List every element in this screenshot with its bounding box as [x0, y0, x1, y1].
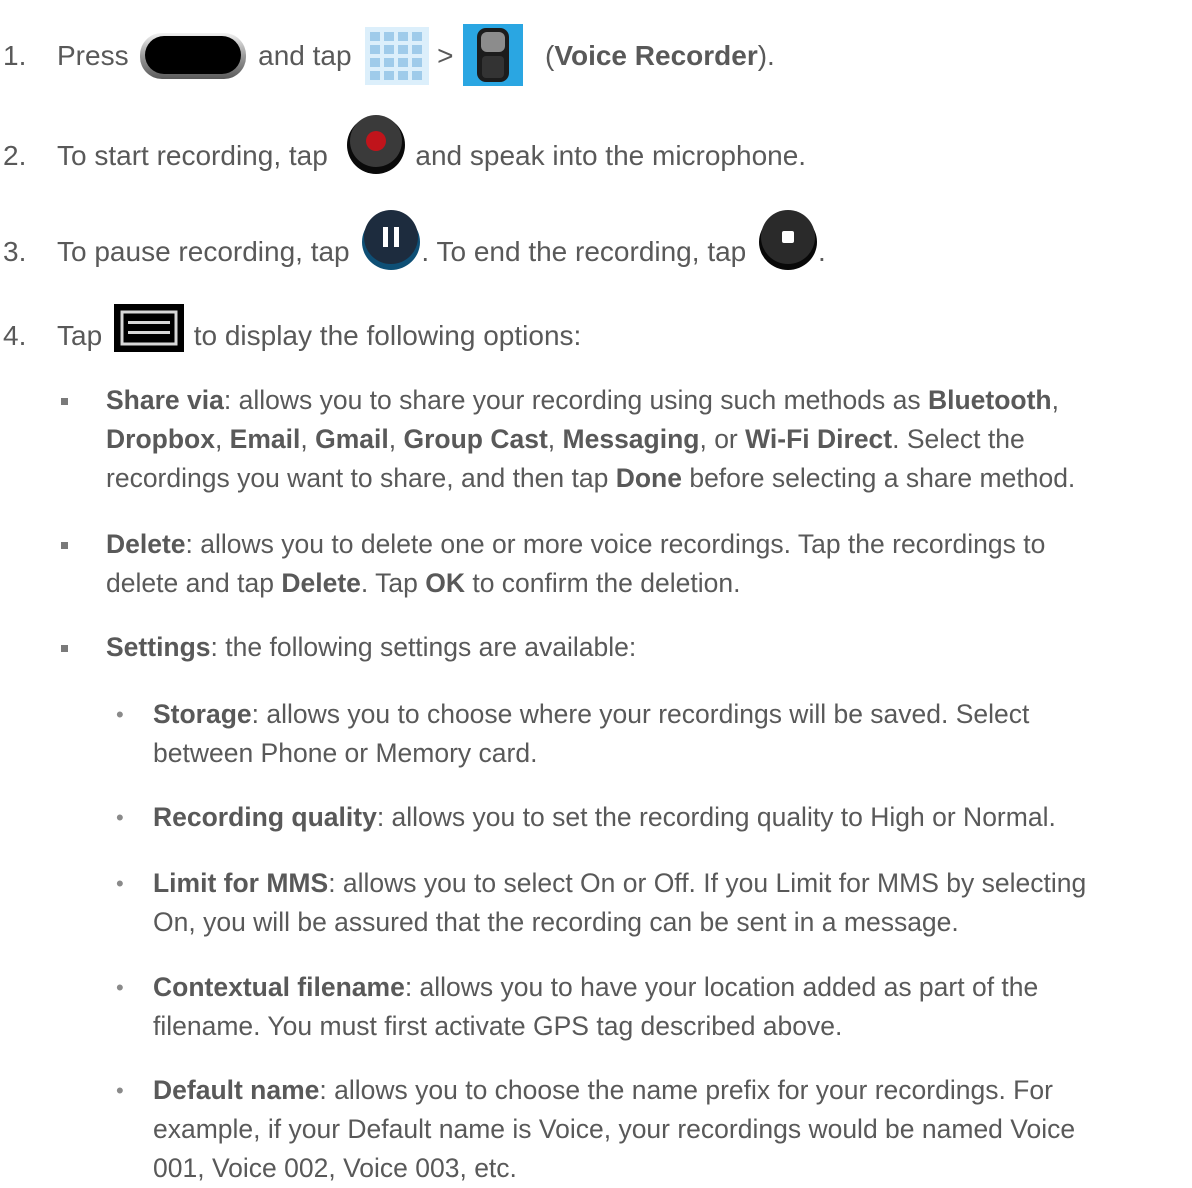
setting-title: Recording quality	[153, 802, 377, 832]
pause-icon	[362, 209, 421, 270]
record-icon	[346, 114, 405, 174]
step-number: 2.	[3, 140, 27, 171]
square-bullet	[61, 645, 68, 652]
step-text: >	[437, 40, 454, 71]
voice-recorder-app-icon	[463, 23, 524, 86]
step-text: and speak into the microphone.	[415, 140, 807, 171]
round-bullet: •	[116, 871, 124, 896]
option-settings: Settings: the following settings are ava…	[106, 632, 637, 662]
round-bullet: •	[116, 702, 124, 727]
step-text: To start recording, tap	[57, 140, 328, 171]
option-delete: Delete: allows you to delete one or more…	[106, 529, 1046, 598]
option-title: Settings	[106, 632, 211, 662]
setting-title: Contextual filename	[153, 972, 405, 1002]
menu-key-icon	[113, 303, 184, 352]
step-text: Press	[57, 40, 129, 71]
step-number: 1.	[3, 40, 27, 71]
setting-recording-quality: Recording quality: allows you to set the…	[153, 802, 1056, 832]
step-text: . To end the recording, tap	[421, 236, 747, 267]
setting-title: Limit for MMS	[153, 868, 329, 898]
setting-title: Storage	[153, 699, 252, 729]
step-number: 4.	[3, 320, 27, 351]
instructions-document: 1. Press and tap > (Voice Recorder). 2. …	[0, 0, 1192, 1183]
setting-contextual-filename: Contextual filename: allows you to have …	[153, 972, 1039, 1041]
apps-grid-icon	[365, 26, 430, 85]
step-text: and tap	[258, 40, 352, 71]
round-bullet: •	[116, 975, 124, 1000]
stop-icon	[759, 209, 818, 270]
square-bullet	[61, 542, 68, 549]
round-bullet: •	[116, 805, 124, 830]
setting-storage: Storage: allows you to choose where your…	[153, 699, 1030, 768]
square-bullet	[61, 398, 68, 405]
setting-limit-for-mms: Limit for MMS: allows you to select On o…	[153, 868, 1087, 937]
setting-title: Default name	[153, 1075, 320, 1105]
step-text: To pause recording, tap	[57, 236, 350, 267]
home-button-icon	[140, 32, 247, 79]
option-title: Delete	[106, 529, 186, 559]
option-share-via: Share via: allows you to share your reco…	[106, 385, 1076, 493]
option-title: Share via	[106, 385, 224, 415]
round-bullet: •	[116, 1078, 124, 1103]
setting-default-name: Default name: allows you to choose the n…	[153, 1075, 1076, 1183]
step-text: Tap	[57, 320, 103, 351]
step-number: 3.	[3, 236, 27, 267]
app-name: Voice Recorder	[554, 40, 758, 71]
step-text: to display the following options:	[193, 320, 582, 351]
